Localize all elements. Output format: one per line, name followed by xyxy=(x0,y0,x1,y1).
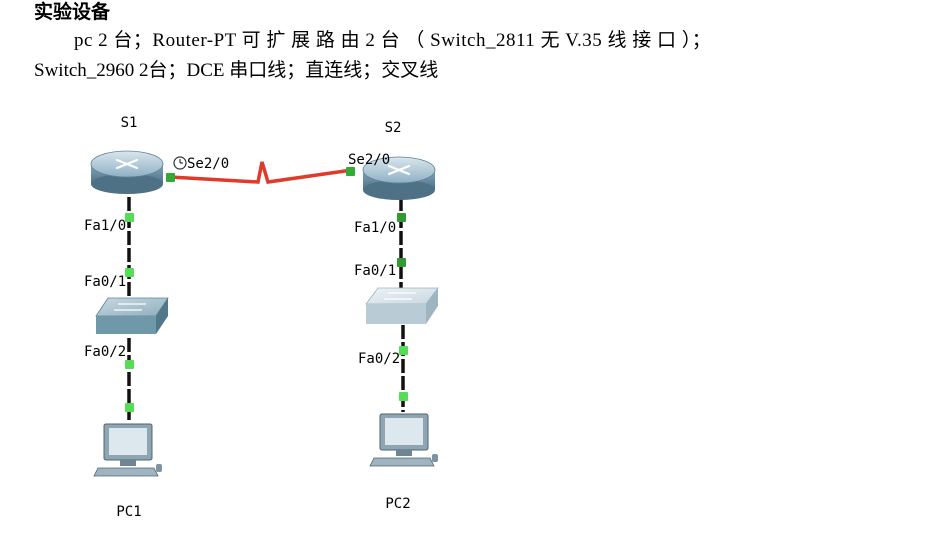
router-s2-label: S2 xyxy=(385,120,402,136)
link-light-sw1-up xyxy=(125,268,134,277)
port-label-r1-serial: Se2/0 xyxy=(187,156,229,172)
port-label-r1-fa: Fa1/0 xyxy=(84,218,126,234)
pc1[interactable] xyxy=(93,423,162,477)
link-light-pc1 xyxy=(125,403,134,412)
clock-icon xyxy=(173,156,187,170)
port-label-sw2-down: Fa0/2 xyxy=(358,351,400,367)
port-label-sw1-down: Fa0/2 xyxy=(84,344,126,360)
network-topology: S1 S2 PC1 PC2 Se2/0 Se2/0 Fa1/0 Fa0/1 Fa… xyxy=(84,115,439,520)
switch-2[interactable] xyxy=(365,287,439,324)
link-light-sw1-down xyxy=(125,360,134,369)
link-light-pc2 xyxy=(399,392,408,401)
link-light-r2-fa xyxy=(397,213,406,222)
router-s1-label: S1 xyxy=(121,115,138,131)
switch-1[interactable] xyxy=(95,297,169,334)
port-label-r2-serial: Se2/0 xyxy=(348,152,390,168)
pc2-label: PC2 xyxy=(385,496,410,512)
link-light-r1-se xyxy=(166,173,175,182)
port-label-sw1-up: Fa0/1 xyxy=(84,274,126,290)
port-label-r2-fa: Fa1/0 xyxy=(354,220,396,236)
link-light-sw2-down xyxy=(399,346,408,355)
link-light-sw2-up xyxy=(397,258,406,267)
pc2[interactable] xyxy=(369,413,438,467)
link-light-r2-se xyxy=(346,167,355,176)
router-s1[interactable] xyxy=(90,150,164,194)
port-label-sw2-up: Fa0/1 xyxy=(354,263,396,279)
link-lights xyxy=(125,167,408,412)
pc1-label: PC1 xyxy=(116,504,141,520)
links xyxy=(127,161,405,420)
link-light-r1-fa xyxy=(125,213,134,222)
